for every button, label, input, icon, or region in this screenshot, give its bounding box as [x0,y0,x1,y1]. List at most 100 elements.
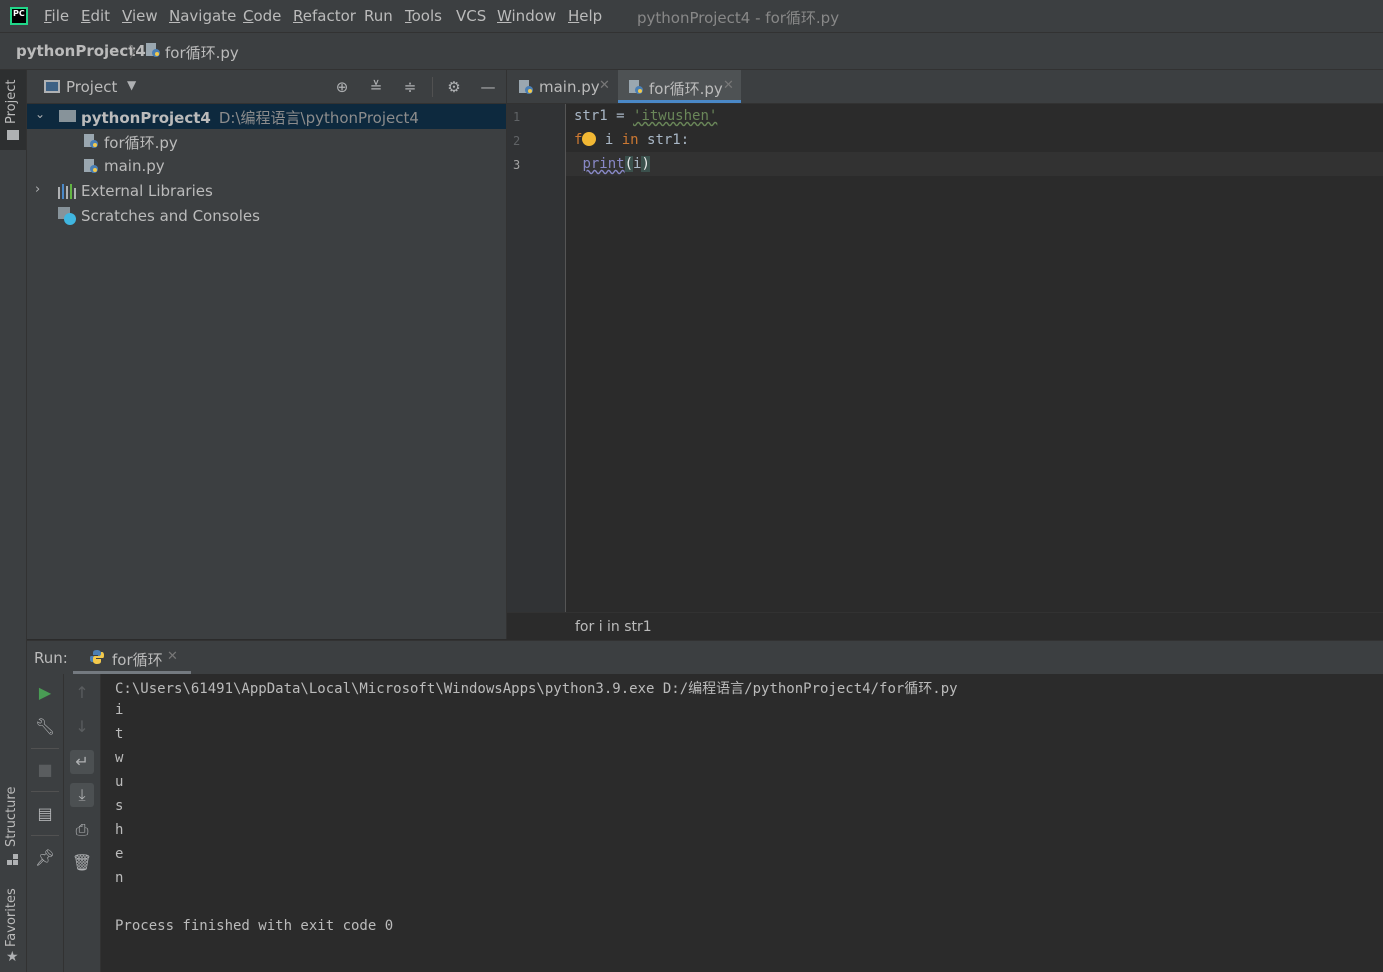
console-line: C:\Users\61491\AppData\Local\Microsoft\W… [115,681,958,697]
stop-icon[interactable]: ■ [33,758,57,782]
hide-icon[interactable]: — [479,78,497,96]
tree-item-scratches[interactable]: Scratches and Consoles [27,204,506,229]
folder-icon [7,130,19,140]
toolbar-divider [31,835,59,836]
gear-icon[interactable]: ⚙ [445,78,463,96]
menu-help[interactable]: Help [568,7,602,25]
chevron-down-icon[interactable]: ⌄ [35,107,45,121]
structure-tool-tab[interactable]: Structure [0,785,26,870]
favorites-tool-tab[interactable]: Favorites ★ [0,885,26,970]
pin-icon[interactable]: 📌︎ [33,846,57,870]
folder-icon [59,110,76,122]
close-icon[interactable]: ✕ [167,649,178,664]
code-line-2: f i in str1: [574,131,690,148]
run-tool-window-header: Run: for循环 ✕ [27,640,1383,675]
navigation-bar: pythonProject4 〉 for循环.py [0,33,1383,70]
tab-main-py[interactable]: main.py ✕ [507,70,617,103]
run-config-tab[interactable]: for循环 ✕ [73,641,191,674]
run-label: Run: [34,649,68,667]
lightbulb-icon[interactable] [582,131,597,146]
tab-label: for循环.py [649,80,723,98]
run-toolbar-secondary: ↑ ↓ ↵ ⤓ ⎙ 🗑︎ [64,674,101,972]
menu-navigate[interactable]: Navigate [169,7,236,25]
menu-view[interactable]: View [122,7,158,25]
menu-refactor[interactable]: Refactor [293,7,356,25]
menu-file[interactable]: File [44,7,69,25]
python-file-icon [628,79,644,99]
rerun-icon[interactable]: ▶ [33,681,57,705]
scratches-icon [58,207,76,229]
project-view-selector[interactable]: Project [66,78,117,96]
trash-icon[interactable]: 🗑︎ [70,851,94,875]
current-line-highlight [566,152,1383,176]
active-tab-indicator [618,100,741,103]
python-file-icon [145,42,161,62]
close-icon[interactable]: ✕ [599,78,610,93]
soft-wrap-icon[interactable]: ↵ [70,750,94,774]
python-file-icon [518,79,534,99]
locate-file-icon[interactable]: ⊕ [333,78,351,96]
project-view-icon [44,80,60,93]
tree-scratches-label: Scratches and Consoles [81,207,260,225]
line-number: 3 [513,158,521,172]
toolbar-divider [432,77,433,97]
tree-item-file[interactable]: main.py [27,154,506,179]
run-toolbar-primary: ▶ 🔧︎ ■ ▤ 📌︎ [27,674,64,972]
arrow-down-icon[interactable]: ↓ [70,715,94,739]
tree-project-name: pythonProject4 D:\编程语言\pythonProject4 [81,109,419,127]
editor-gutter: 1 2 3 [507,104,566,612]
star-icon: ★ [6,949,19,965]
line-number: 1 [513,110,521,124]
tab-for-loop-py[interactable]: for循环.py ✕ [618,70,741,103]
console-line: i [115,702,124,718]
run-tab-label: for循环 [112,651,163,669]
toolbar-divider [31,791,59,792]
left-tool-strip: Project Structure Favorites ★ [0,70,27,972]
console-line: h [115,822,124,838]
project-header: Project ▼ ⊕ ≚ ≑ ⚙ — [27,70,506,104]
wrench-icon[interactable]: 🔧︎ [33,715,57,739]
menu-code[interactable]: Code [243,7,281,25]
arrow-up-icon[interactable]: ↑ [70,681,94,705]
tree-file-label: for循环.py [104,134,178,152]
editor-breadcrumb[interactable]: for i in str1 [575,619,652,635]
menu-vcs[interactable]: VCS [456,7,486,25]
tree-item-external-libraries[interactable]: › External Libraries [27,179,506,204]
console-line: s [115,798,124,814]
console-line: t [115,726,124,742]
editor-tab-bar: main.py ✕ for循环.py ✕ [507,70,1383,104]
close-icon[interactable]: ✕ [723,78,734,93]
structure-icon [7,854,19,866]
collapse-all-icon[interactable]: ≑ [401,78,419,96]
console-exit-line: Process finished with exit code 0 [115,918,394,934]
expand-all-icon[interactable]: ≚ [367,78,385,96]
scroll-to-end-icon[interactable]: ⤓ [70,783,94,807]
menu-tools[interactable]: Tools [405,7,442,25]
favorites-tool-tab-label: Favorites [4,888,19,947]
print-icon[interactable]: ⎙ [70,818,94,842]
window-title: pythonProject4 - for循环.py [637,9,840,27]
project-tool-tab-label: Project [4,79,19,124]
tab-label: main.py [539,78,600,96]
console-line: w [115,750,124,766]
console-line: u [115,774,124,790]
menu-window[interactable]: Window [497,7,556,25]
library-icon [58,183,76,203]
chevron-down-icon[interactable]: ▼ [127,78,136,92]
menu-run[interactable]: Run [364,7,393,25]
code-editor[interactable]: str1 = 'itwushen' f i in str1: print(i) [566,104,1383,612]
breadcrumb-project[interactable]: pythonProject4 [16,42,146,60]
editor-breadcrumb-bar: for i in str1 [507,612,1383,640]
tree-external-libraries-label: External Libraries [81,182,213,200]
chevron-right-icon[interactable]: › [35,182,40,197]
project-tool-tab[interactable]: Project [0,70,26,150]
tree-file-label: main.py [104,157,165,175]
tree-item-file[interactable]: for循环.py [27,129,506,154]
code-line-1: str1 = 'itwushen' [574,108,718,124]
layout-icon[interactable]: ▤ [33,802,57,826]
toolbar-divider [31,748,59,749]
breadcrumb-file[interactable]: for循环.py [165,42,239,63]
tree-item-project-root[interactable]: ⌄ pythonProject4 D:\编程语言\pythonProject4 [27,104,506,129]
run-console[interactable]: C:\Users\61491\AppData\Local\Microsoft\W… [101,674,1383,972]
menu-edit[interactable]: Edit [81,7,110,25]
